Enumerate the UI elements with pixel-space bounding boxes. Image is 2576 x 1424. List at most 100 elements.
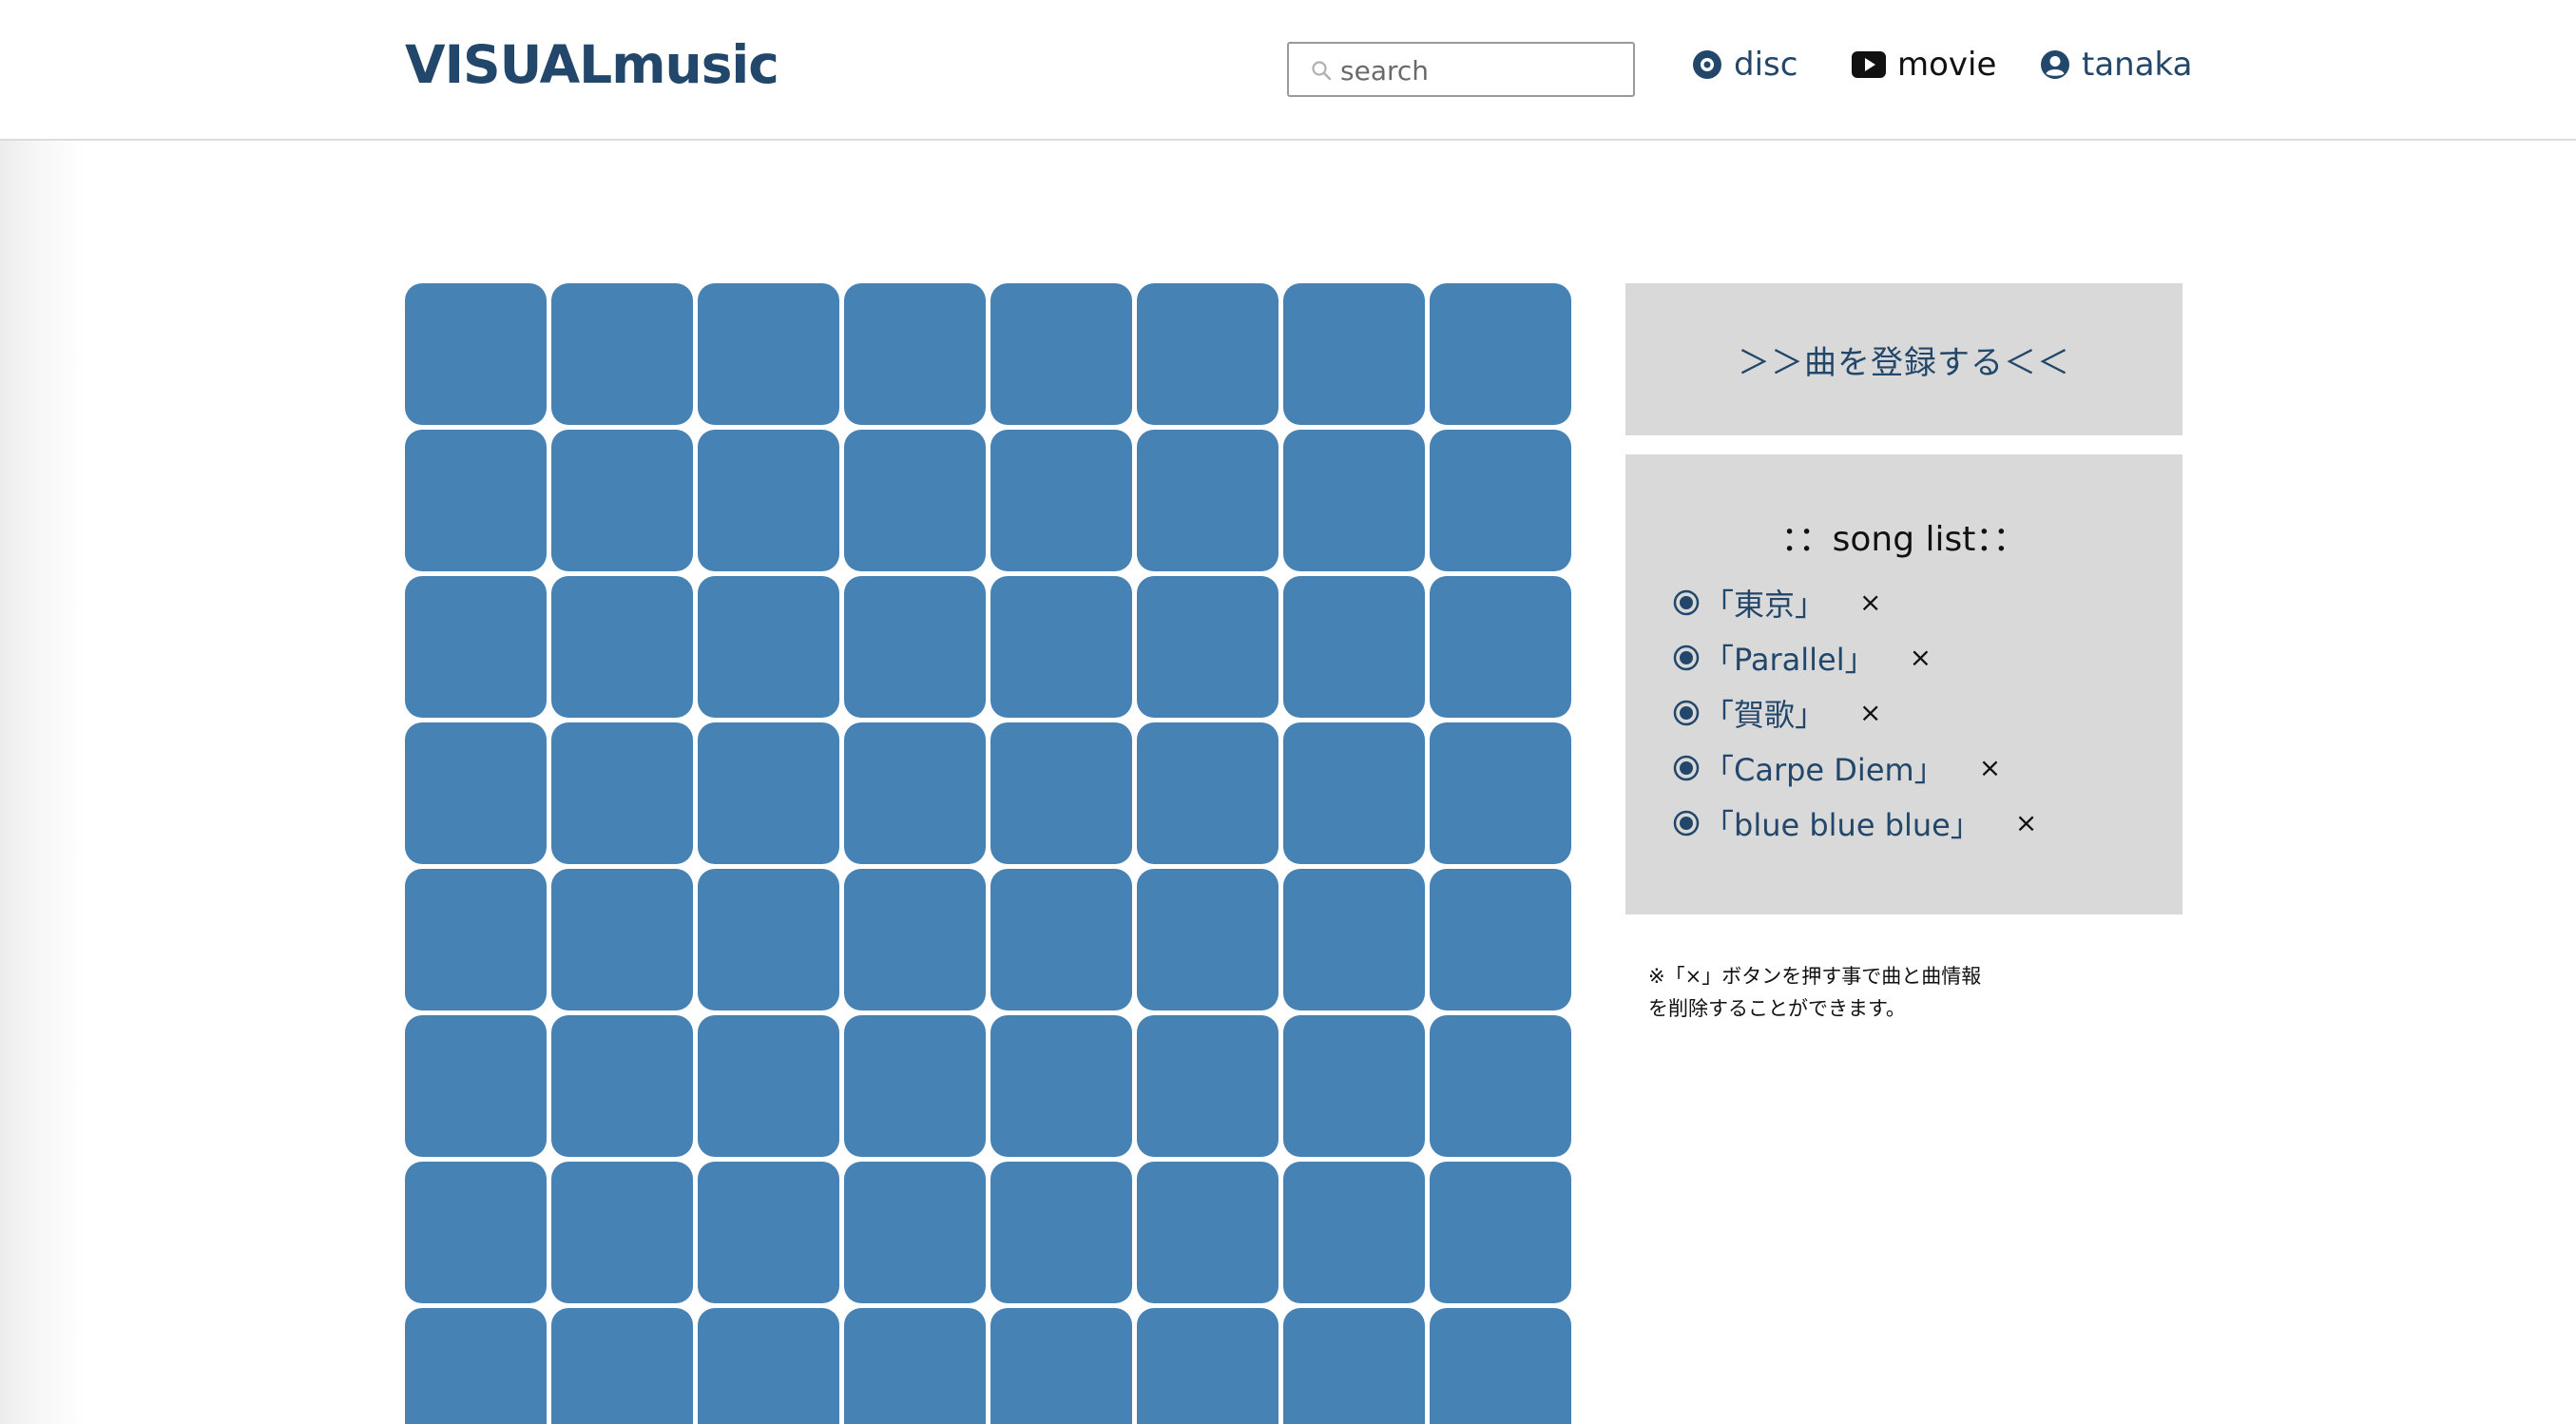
music-tile[interactable] bbox=[844, 1162, 986, 1303]
music-tile[interactable] bbox=[551, 869, 693, 1010]
music-tile[interactable] bbox=[1283, 1162, 1425, 1303]
music-tile[interactable] bbox=[698, 722, 839, 864]
music-tile[interactable] bbox=[1283, 1308, 1425, 1424]
music-tile[interactable] bbox=[990, 869, 1132, 1010]
nav-user-link[interactable]: tanaka bbox=[2040, 42, 2192, 87]
music-tile[interactable] bbox=[844, 722, 986, 864]
top-header: VISUALmusic disc movie tanaka bbox=[0, 0, 2576, 141]
search-input[interactable] bbox=[1340, 51, 1625, 89]
music-tile[interactable] bbox=[990, 576, 1132, 718]
music-tile[interactable] bbox=[1430, 1015, 1571, 1157]
music-tile[interactable] bbox=[551, 1015, 693, 1157]
music-tile[interactable] bbox=[698, 283, 839, 425]
delete-help-note: ※「×」ボタンを押す事で曲と曲情報 を削除することができます。 bbox=[1648, 960, 2047, 1025]
song-title[interactable]: 「blue blue blue」 bbox=[1703, 801, 1981, 845]
music-tile[interactable] bbox=[1430, 1162, 1571, 1303]
music-tile-grid bbox=[405, 283, 1572, 1424]
music-tile[interactable] bbox=[990, 283, 1132, 425]
register-song-label: ＞＞曲を登録する＜＜ bbox=[1738, 343, 2070, 382]
register-song-button[interactable]: ＞＞曲を登録する＜＜ bbox=[1625, 283, 2182, 435]
radio-selected-icon[interactable] bbox=[1673, 589, 1700, 616]
music-tile[interactable] bbox=[1430, 283, 1571, 425]
delete-song-button[interactable]: × bbox=[1859, 589, 1881, 616]
music-tile[interactable] bbox=[698, 430, 839, 571]
music-tile[interactable] bbox=[990, 1308, 1132, 1424]
music-tile[interactable] bbox=[551, 576, 693, 718]
music-tile[interactable] bbox=[1283, 869, 1425, 1010]
song-title[interactable]: 「賀歌」 bbox=[1703, 691, 1825, 735]
music-tile[interactable] bbox=[405, 576, 547, 718]
music-tile[interactable] bbox=[551, 722, 693, 864]
music-tile[interactable] bbox=[844, 869, 986, 1010]
music-tile[interactable] bbox=[844, 283, 986, 425]
music-tile[interactable] bbox=[1137, 869, 1278, 1010]
music-tile[interactable] bbox=[990, 722, 1132, 864]
music-tile[interactable] bbox=[405, 1162, 547, 1303]
music-tile[interactable] bbox=[1430, 722, 1571, 864]
song-list-item: 「Carpe Diem」 × bbox=[1673, 747, 2001, 789]
music-tile[interactable] bbox=[405, 1308, 547, 1424]
music-tile[interactable] bbox=[405, 722, 547, 864]
song-title[interactable]: 「東京」 bbox=[1703, 581, 1825, 625]
music-tile[interactable] bbox=[1137, 283, 1278, 425]
music-tile[interactable] bbox=[1283, 430, 1425, 571]
radio-selected-icon[interactable] bbox=[1673, 810, 1700, 837]
radio-selected-icon[interactable] bbox=[1673, 645, 1700, 671]
page-shadow bbox=[0, 141, 86, 1424]
note-line: ※「×」ボタンを押す事で曲と曲情報 bbox=[1648, 965, 1982, 988]
delete-song-button[interactable]: × bbox=[1979, 755, 2001, 781]
music-tile[interactable] bbox=[1137, 430, 1278, 571]
music-tile[interactable] bbox=[1137, 1308, 1278, 1424]
music-tile[interactable] bbox=[551, 1308, 693, 1424]
music-tile[interactable] bbox=[698, 1015, 839, 1157]
music-tile[interactable] bbox=[990, 430, 1132, 571]
delete-song-button[interactable]: × bbox=[1859, 700, 1881, 726]
music-tile[interactable] bbox=[1283, 1015, 1425, 1157]
song-title[interactable]: 「Carpe Diem」 bbox=[1703, 746, 1945, 790]
music-tile[interactable] bbox=[405, 1015, 547, 1157]
music-tile[interactable] bbox=[1283, 722, 1425, 864]
radio-selected-icon[interactable] bbox=[1673, 700, 1700, 726]
music-tile[interactable] bbox=[405, 430, 547, 571]
site-logo[interactable]: VISUALmusic bbox=[405, 34, 779, 95]
nav-disc-link[interactable]: disc bbox=[1692, 42, 1797, 87]
play-icon bbox=[1852, 51, 1886, 78]
delete-song-button[interactable]: × bbox=[1910, 645, 1932, 671]
search-icon bbox=[1312, 61, 1332, 81]
music-tile[interactable] bbox=[844, 430, 986, 571]
music-tile[interactable] bbox=[1137, 722, 1278, 864]
nav-movie-link[interactable]: movie bbox=[1852, 42, 1996, 87]
music-tile[interactable] bbox=[551, 1162, 693, 1303]
music-tile[interactable] bbox=[698, 869, 839, 1010]
music-tile[interactable] bbox=[1137, 1015, 1278, 1157]
music-tile[interactable] bbox=[990, 1162, 1132, 1303]
music-tile[interactable] bbox=[1430, 869, 1571, 1010]
music-tile[interactable] bbox=[844, 576, 986, 718]
search-box[interactable] bbox=[1287, 42, 1635, 97]
song-list-item: 「blue blue blue」 × bbox=[1673, 802, 2037, 844]
music-tile[interactable] bbox=[990, 1015, 1132, 1157]
music-tile[interactable] bbox=[844, 1308, 986, 1424]
music-tile[interactable] bbox=[1430, 1308, 1571, 1424]
music-tile[interactable] bbox=[1137, 576, 1278, 718]
music-tile[interactable] bbox=[405, 283, 547, 425]
song-list-item: 「Parallel」 × bbox=[1673, 637, 1932, 679]
delete-song-button[interactable]: × bbox=[2015, 810, 2037, 837]
music-tile[interactable] bbox=[698, 1162, 839, 1303]
music-tile[interactable] bbox=[551, 430, 693, 571]
song-list-item: 「東京」 × bbox=[1673, 582, 1881, 624]
music-tile[interactable] bbox=[698, 1308, 839, 1424]
music-tile[interactable] bbox=[1430, 430, 1571, 571]
song-list-item: 「賀歌」 × bbox=[1673, 692, 1881, 734]
music-tile[interactable] bbox=[1430, 576, 1571, 718]
music-tile[interactable] bbox=[1283, 576, 1425, 718]
music-tile[interactable] bbox=[1137, 1162, 1278, 1303]
music-tile[interactable] bbox=[698, 576, 839, 718]
music-tile[interactable] bbox=[844, 1015, 986, 1157]
radio-selected-icon[interactable] bbox=[1673, 755, 1700, 781]
song-title[interactable]: 「Parallel」 bbox=[1703, 636, 1875, 680]
note-line: を削除することができます。 bbox=[1648, 997, 1906, 1020]
music-tile[interactable] bbox=[551, 283, 693, 425]
music-tile[interactable] bbox=[1283, 283, 1425, 425]
music-tile[interactable] bbox=[405, 869, 547, 1010]
